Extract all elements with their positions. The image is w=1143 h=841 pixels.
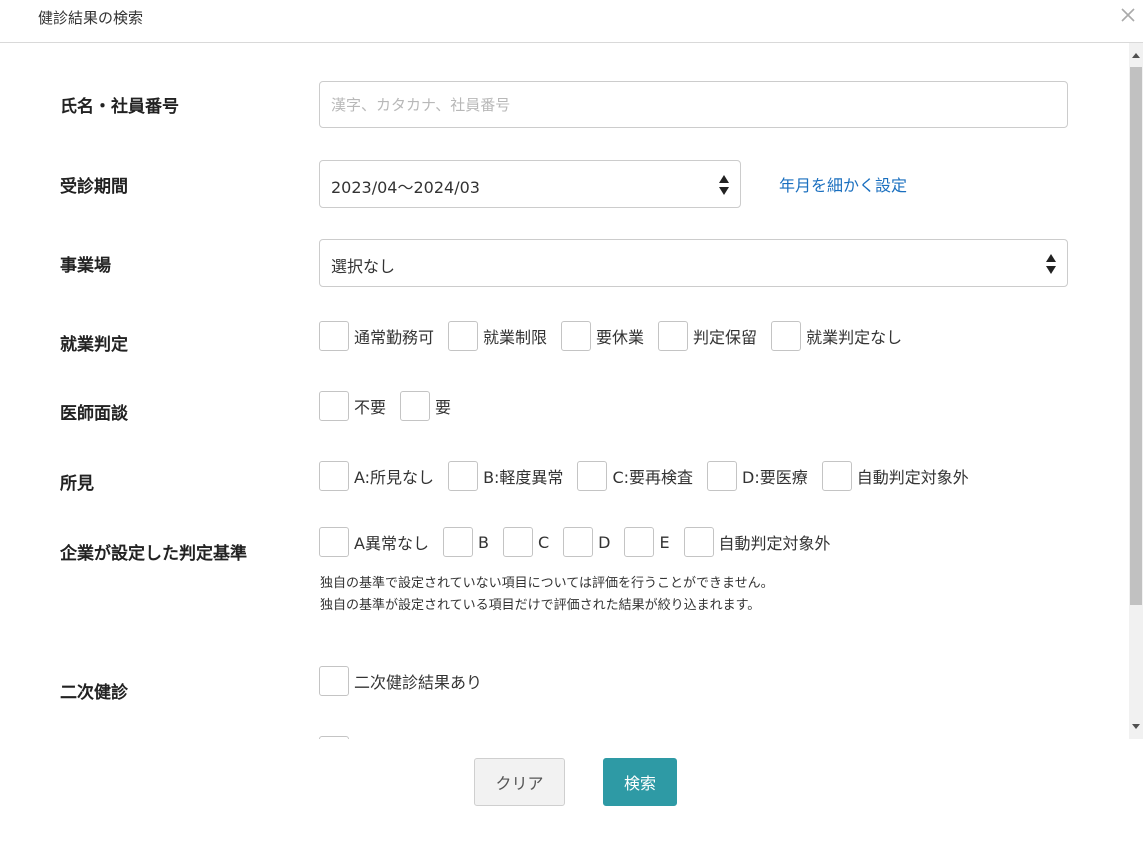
checkbox-employment-normal[interactable]: 通常勤務可 [319,321,434,351]
scrollbar-thumb[interactable] [1130,67,1142,605]
criteria-note-2: 独自の基準が設定されている項目だけで評価された結果が絞り込まれます。 [320,598,761,613]
workplace-select[interactable]: 選択なし [319,239,1068,287]
checkbox-findings-excluded[interactable]: 自動判定対象外 [821,461,969,491]
period-detail-link[interactable]: 年月を細かく設定 [779,172,907,196]
checkbox-findings-b[interactable]: B:軽度異常 [448,461,563,491]
sort-arrows-icon [719,175,729,195]
period-select-value: 2023/04～2024/03 [331,178,480,197]
checkbox-criteria-c[interactable]: C [502,527,549,557]
close-icon[interactable] [1117,4,1139,26]
checkbox[interactable] [319,391,349,421]
checkbox[interactable] [448,321,479,351]
checkbox-partial[interactable] [319,736,349,739]
checkbox-secondary-result[interactable]: 二次健診結果あり [319,666,482,696]
checkbox[interactable] [448,461,479,491]
findings-options: A:所見なし B:軽度異常 C:要再検査 D:要医療 自動判定対象外 [319,461,983,491]
clear-button[interactable]: クリア [474,758,565,806]
checkbox[interactable] [561,321,592,351]
checkbox[interactable] [502,527,533,557]
checkbox[interactable] [577,461,608,491]
period-select[interactable]: 2023/04～2024/03 [319,160,741,208]
employment-options: 通常勤務可 就業制限 要休業 判定保留 就業判定なし [319,321,916,351]
workplace-label: 事業場 [60,256,111,276]
checkbox-findings-c[interactable]: C:要再検査 [577,461,693,491]
checkbox[interactable] [658,321,689,351]
interview-options: 不要 要 [319,391,465,421]
dialog-header: 健診結果の検索 [0,0,1143,43]
interview-label: 医師面談 [60,404,128,424]
checkbox-interview-needed[interactable]: 要 [400,391,451,421]
scroll-up-icon[interactable] [1129,49,1143,63]
checkbox[interactable] [683,527,714,557]
checkbox[interactable] [821,461,852,491]
checkbox[interactable] [319,527,349,557]
checkbox-findings-a[interactable]: A:所見なし [319,461,434,491]
employment-label: 就業判定 [60,335,128,355]
name-label: 氏名・社員番号 [60,97,179,117]
checkbox[interactable] [563,527,594,557]
name-search-input[interactable] [319,81,1068,128]
company-criteria-label: 企業が設定した判定基準 [60,544,247,564]
criteria-note-1: 独自の基準で設定されていない項目については評価を行うことができません。 [320,576,774,591]
checkbox-criteria-a[interactable]: A異常なし [319,527,429,557]
scrollbar[interactable] [1129,43,1143,739]
checkbox-criteria-d[interactable]: D [563,527,610,557]
checkbox-employment-pending[interactable]: 判定保留 [658,321,757,351]
checkbox-employment-leave[interactable]: 要休業 [561,321,644,351]
checkbox-employment-none[interactable]: 就業判定なし [771,321,902,351]
checkbox-findings-d[interactable]: D:要医療 [707,461,808,491]
checkbox[interactable] [319,666,349,696]
sort-arrows-icon [1046,254,1056,274]
company-criteria-options: A異常なし B C D E 自動判定対象外 [319,527,845,557]
checkbox-interview-not-needed[interactable]: 不要 [319,391,386,421]
checkbox-employment-restricted[interactable]: 就業制限 [448,321,547,351]
period-label: 受診期間 [60,177,128,197]
scroll-down-icon[interactable] [1129,719,1143,733]
search-button[interactable]: 検索 [603,758,677,806]
secondary-label: 二次健診 [60,683,128,703]
checkbox-criteria-b[interactable]: B [442,527,489,557]
checkbox-criteria-excluded[interactable]: 自動判定対象外 [683,527,831,557]
checkbox[interactable] [319,321,349,351]
dialog-title: 健診結果の検索 [38,9,144,27]
checkbox[interactable] [624,527,655,557]
search-form: 氏名・社員番号 受診期間 2023/04～2024/03 年月を細かく設定 事業… [0,43,1129,739]
checkbox[interactable] [319,461,349,491]
checkbox[interactable] [400,391,431,421]
workplace-select-value: 選択なし [331,257,396,276]
checkbox-criteria-e[interactable]: E [624,527,670,557]
checkbox[interactable] [442,527,473,557]
findings-label: 所見 [60,474,94,494]
checkbox[interactable] [707,461,738,491]
checkbox[interactable] [771,321,802,351]
secondary-options: 二次健診結果あり [319,666,496,696]
